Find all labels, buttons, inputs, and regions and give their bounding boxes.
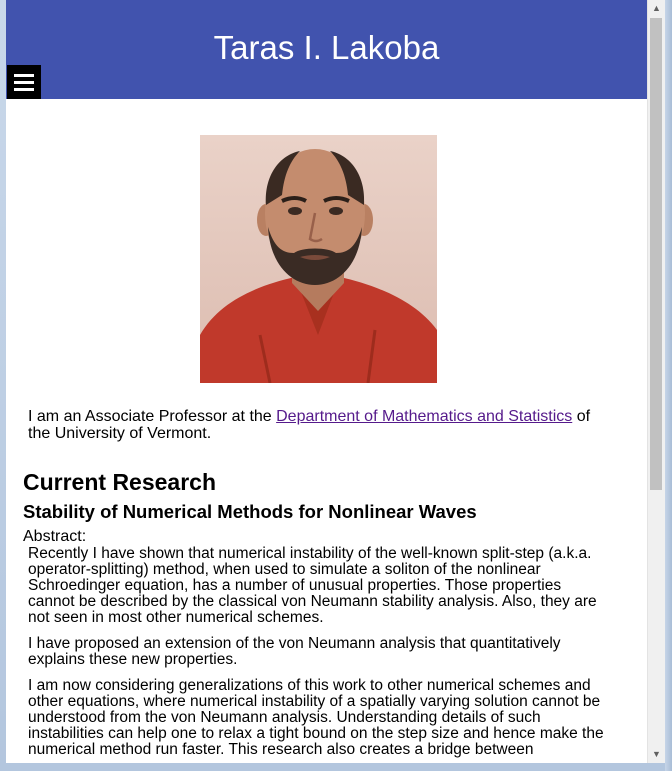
scrollbar-thumb[interactable] xyxy=(650,18,662,490)
hamburger-menu-icon[interactable] xyxy=(7,65,41,99)
site-header: Taras I. Lakoba xyxy=(6,0,647,99)
abstract-paragraph: I am now considering generalizations of … xyxy=(28,677,604,758)
portrait-image xyxy=(200,135,437,383)
site-title: Taras I. Lakoba xyxy=(213,29,440,66)
menu-bar-line xyxy=(14,74,34,77)
current-research-heading: Current Research xyxy=(23,469,217,495)
department-link[interactable]: Department of Mathematics and Statistics xyxy=(276,408,572,425)
scroll-up-arrow-icon[interactable]: ▲ xyxy=(648,0,665,17)
abstract-label: Abstract: xyxy=(23,528,87,545)
scroll-down-arrow-icon[interactable]: ▼ xyxy=(648,746,665,763)
page-viewport: Taras I. Lakoba I am an Associate Profes… xyxy=(6,0,647,763)
intro-text-before: I am an Associate Professor at the xyxy=(28,408,277,425)
window-border xyxy=(665,0,672,771)
main-content: I am an Associate Professor at the Depar… xyxy=(6,408,647,758)
menu-bar-line xyxy=(14,88,34,91)
menu-bar-line xyxy=(14,81,34,84)
abstract-paragraph: I have proposed an extension of the von … xyxy=(28,635,561,668)
intro-paragraph: I am an Associate Professor at the Depar… xyxy=(28,408,607,442)
abstract-paragraph: Recently I have shown that numerical ins… xyxy=(28,545,597,626)
vertical-scrollbar[interactable]: ▲ ▼ xyxy=(647,0,665,763)
research-topic-heading: Stability of Numerical Methods for Nonli… xyxy=(23,501,477,522)
profile-photo xyxy=(200,135,437,383)
